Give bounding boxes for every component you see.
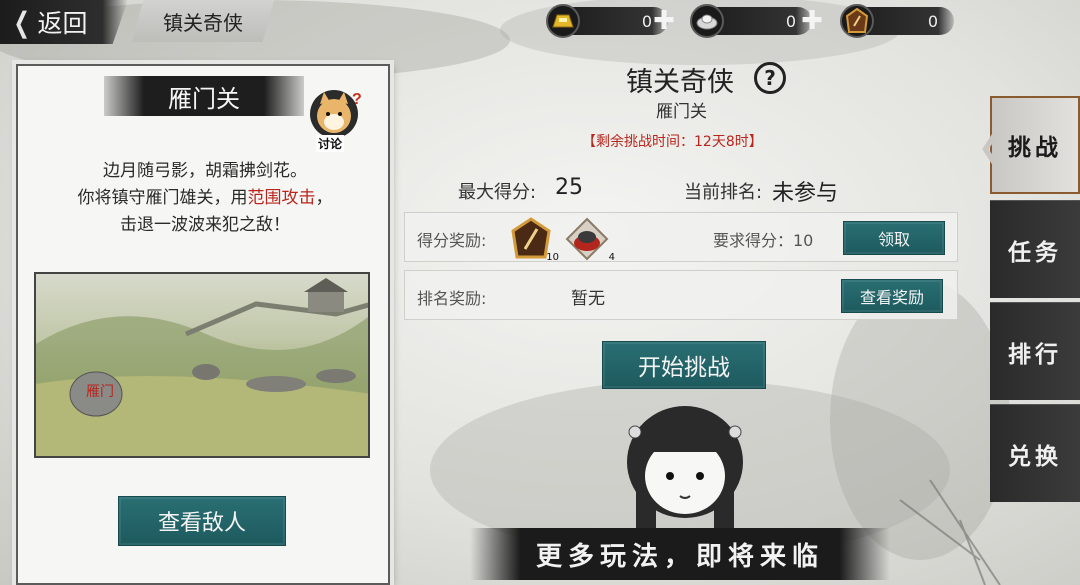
rank-reward-label: 排名奖励: [417,289,487,308]
reward-item[interactable]: 4 [565,217,615,263]
score-reward-row: 得分奖励: 10 4 要求得分：10 领取 [404,212,958,263]
desc-line-2: 你将镇守雁门雄关，用范围攻击， [77,188,333,208]
help-icon[interactable]: ? [754,62,786,94]
max-score-label: 最大得分: [458,182,537,203]
token-badge-icon [840,4,874,38]
gold-ingot-icon [546,4,580,38]
reward-count: 10 [546,252,559,263]
current-rank-value: 未参与 [772,181,839,206]
tab-ranking[interactable]: 排行 [990,302,1080,400]
card-title: 雁门关 [104,76,304,116]
reward-count: 4 [608,252,615,263]
tab-ranking-label: 排行 [1008,341,1062,368]
claim-button[interactable]: 领取 [843,221,945,255]
rank-reward-value: 暂无 [571,289,605,309]
current-rank-label: 当前排名: [684,182,763,203]
reward-item[interactable]: 10 [509,217,559,263]
page-title-tab: 镇关奇侠 [132,0,274,42]
chibi-girl-illustration [627,406,743,532]
start-challenge-button[interactable]: 开始挑战 [602,341,766,389]
tab-tasks[interactable]: 任务 [990,200,1080,298]
score-reward-label: 得分奖励: [417,231,487,250]
chevron-left-icon: ❮ [978,130,1008,165]
remaining-time: 【剩余挑战时间：12天8时】 [582,134,763,150]
svg-text:?: ? [352,91,362,108]
event-title: 镇关奇侠 [626,67,734,98]
tab-tasks-label: 任务 [1008,239,1062,266]
back-label: 返回 [37,9,88,38]
desc-line-1: 边月随弓影，胡霜拂剑花。 [103,161,307,181]
silver-ingot-icon [690,4,724,38]
treasure-bowl-icon [565,217,609,261]
desc-line-3: 击退一波波来犯之敌！ [120,215,290,235]
yanmen-pass-scene-image: 雁门 [34,272,370,458]
chevron-left-icon: ❮ [13,5,30,39]
add-silver-icon[interactable]: ✚ [800,8,824,34]
side-tab-bar: ❮ 挑战 任务 排行 兑换 [978,96,1080,585]
view-rewards-button[interactable]: 查看奖励 [841,279,943,313]
coming-soon-banner: 更多玩法，即将来临 [470,528,890,580]
area-attack-highlight: 范围攻击 [247,188,316,208]
add-gold-icon[interactable]: ✚ [652,8,676,34]
event-subtitle: 雁门关 [656,102,707,122]
discuss-button[interactable]: ? 讨论 [308,86,366,152]
tab-exchange[interactable]: 兑换 [990,404,1080,502]
tab-challenge-label: 挑战 [1008,135,1062,161]
level-description: 边月随弓影，胡霜拂剑花。 你将镇守雁门雄关，用范围攻击， 击退一波波来犯之敌！ [28,158,382,239]
required-score: 要求得分：10 [713,231,814,250]
rank-reward-row: 排名奖励: 暂无 查看奖励 [404,270,958,320]
tab-challenge[interactable]: ❮ 挑战 [978,96,1080,194]
view-enemies-button[interactable]: 查看敌人 [118,496,286,546]
back-button[interactable]: ❮ 返回 [0,0,128,44]
max-score-value: 25 [555,175,583,200]
discuss-label: 讨论 [316,135,345,152]
stone-sign-text: 雁门 [86,384,114,400]
currency-bar: 0 ✚ 0 ✚ 0 [546,4,956,38]
level-card: 雁门关 ? 讨论 边月随弓影，胡霜拂剑花。 你将镇守雁门雄关，用范围攻击， 击退… [16,64,390,585]
tab-exchange-label: 兑换 [1008,443,1062,470]
